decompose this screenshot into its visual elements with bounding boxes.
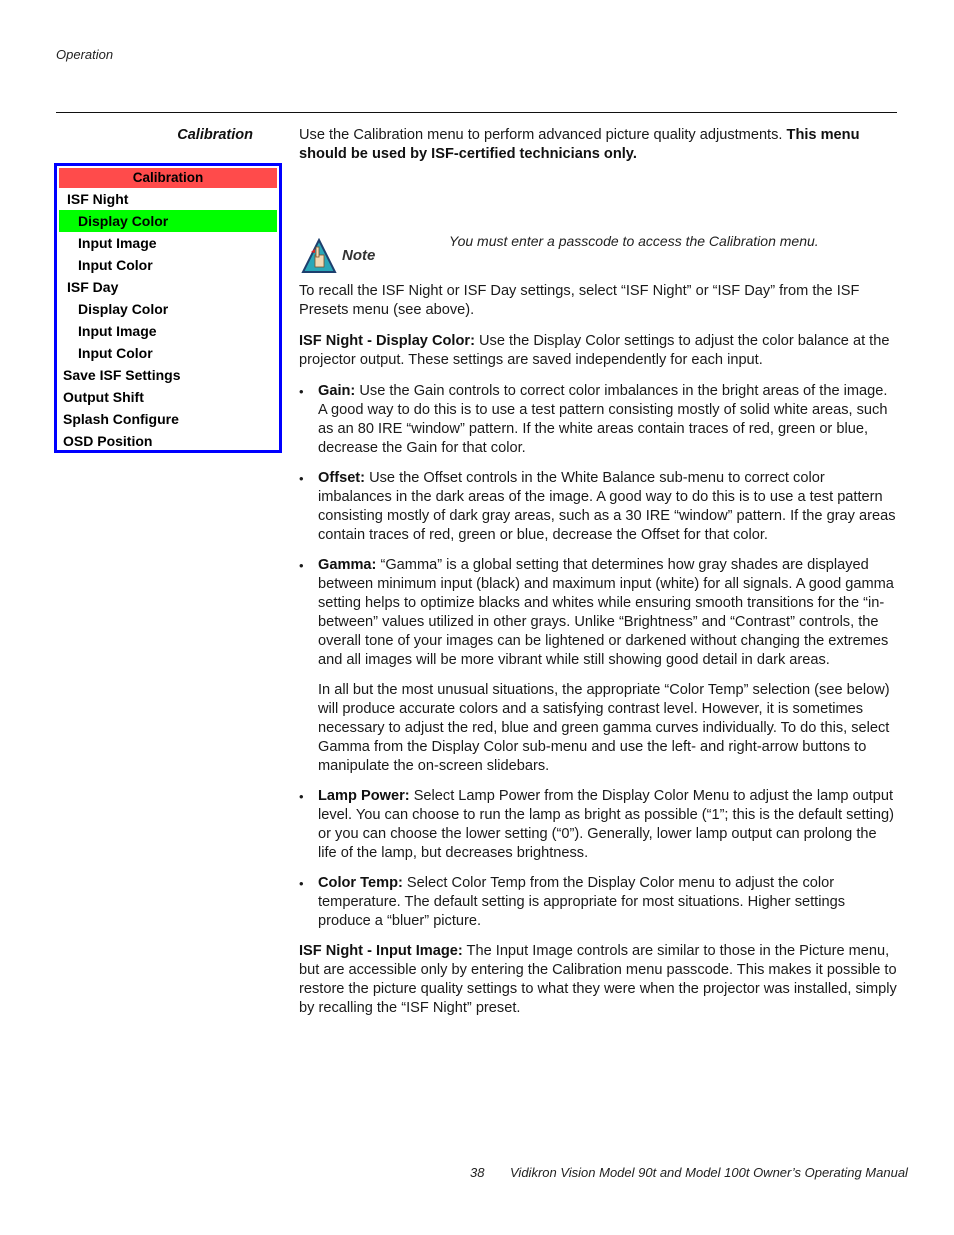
bullet-text: “Gamma” is a global setting that determi… — [318, 557, 894, 668]
intro-paragraph: Use the Calibration menu to perform adva… — [299, 126, 899, 164]
bullet-offset: Offset: Use the Offset controls in the W… — [299, 469, 899, 545]
bullet-gain: Gain: Use the Gain controls to correct c… — [299, 382, 899, 458]
intro-text: Use the Calibration menu to perform adva… — [299, 127, 787, 143]
manual-title: Vidikron Vision Model 90t and Model 100t… — [510, 1165, 908, 1180]
osd-item-output-shift: Output Shift — [63, 389, 144, 405]
osd-item-day-input-image: Input Image — [78, 323, 157, 339]
page-footer: 38 Vidikron Vision Model 90t and Model 10… — [470, 1165, 908, 1180]
osd-item-night-input-color: Input Color — [78, 257, 153, 273]
osd-item-isf-night: ISF Night — [67, 191, 129, 207]
display-color-paragraph: ISF Night - Display Color: Use the Displ… — [299, 332, 899, 370]
bullet-text: Use the Gain controls to correct color i… — [318, 383, 888, 456]
bullet-color-temp: Color Temp: Select Color Temp from the D… — [299, 874, 899, 931]
osd-item-night-display-color: Display Color — [59, 210, 277, 232]
bullet-term: Gamma: — [318, 557, 377, 573]
osd-item-osd-position: OSD Position — [63, 433, 153, 449]
display-color-title: ISF Night - Display Color: — [299, 333, 475, 349]
osd-item-night-input-image: Input Image — [78, 235, 157, 251]
input-image-paragraph: ISF Night - Input Image: The Input Image… — [299, 942, 899, 1018]
bullet-term: Offset: — [318, 470, 366, 486]
recall-paragraph: To recall the ISF Night or ISF Day setti… — [299, 283, 860, 318]
bullet-term: Lamp Power: — [318, 788, 410, 804]
osd-item-isf-day: ISF Day — [67, 279, 119, 295]
bullet-term: Gain: — [318, 383, 356, 399]
osd-item-save-isf-settings: Save ISF Settings — [63, 367, 181, 383]
main-content: Use the Calibration menu to perform adva… — [299, 126, 899, 1030]
note-hand-icon — [301, 238, 337, 273]
bullet-gamma: Gamma: “Gamma” is a global setting that … — [299, 556, 899, 670]
osd-item-day-display-color: Display Color — [78, 301, 169, 317]
gamma-followup-paragraph: In all but the most unusual situations, … — [318, 682, 890, 774]
section-heading: Calibration — [177, 127, 253, 143]
bullet-term: Color Temp: — [318, 875, 403, 891]
running-head: Operation — [56, 47, 114, 62]
header-rule — [56, 112, 897, 113]
bullet-lamp-power: Lamp Power: Select Lamp Power from the D… — [299, 787, 899, 863]
osd-menu-title: Calibration — [59, 168, 277, 188]
calibration-osd-menu: Calibration ISF Night Display Color Inpu… — [54, 163, 282, 453]
note-label: Note — [342, 247, 376, 264]
display-color-bullets-2: Lamp Power: Select Lamp Power from the D… — [299, 787, 899, 931]
note-text: You must enter a passcode to access the … — [449, 233, 819, 249]
osd-item-day-input-color: Input Color — [78, 345, 153, 361]
page-number: 38 — [470, 1165, 485, 1180]
note-callout: Note You must enter a passcode to access… — [299, 164, 899, 282]
osd-item-splash-configure: Splash Configure — [63, 411, 179, 427]
bullet-text: Use the Offset controls in the White Bal… — [318, 470, 896, 543]
input-image-title: ISF Night - Input Image: — [299, 943, 463, 959]
display-color-bullets: Gain: Use the Gain controls to correct c… — [299, 382, 899, 670]
